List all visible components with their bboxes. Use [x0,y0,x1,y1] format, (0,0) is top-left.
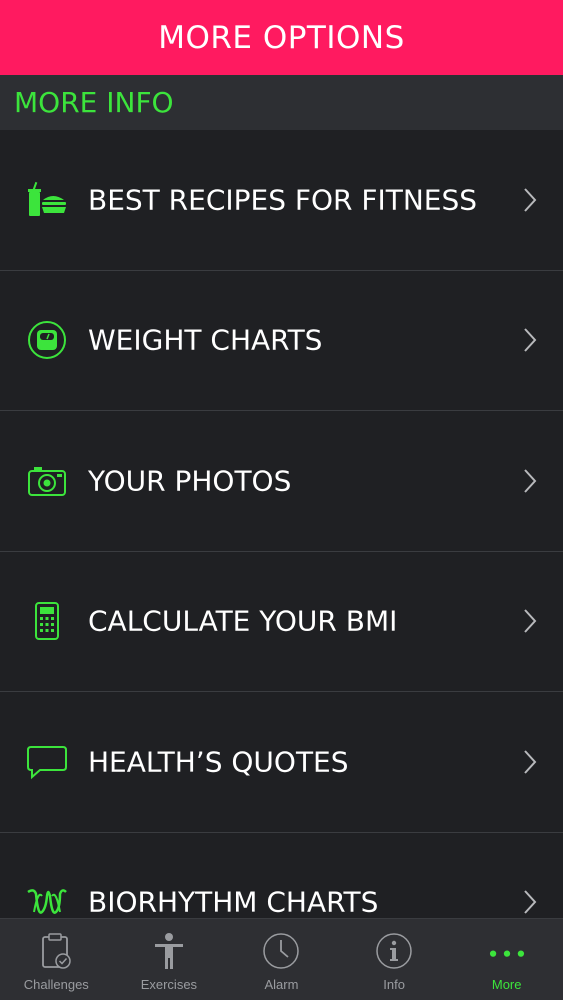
speech-bubble-icon [24,742,70,782]
clock-icon [261,931,301,971]
section-header: MORE INFO [0,75,563,130]
clipboard-check-icon [36,931,76,971]
chevron-right-icon [523,468,537,494]
tab-label: Exercises [140,977,198,992]
tab-challenges[interactable]: Challenges [4,919,109,1000]
list-item-best-recipes[interactable]: BEST RECIPES FOR FITNESS [0,130,563,271]
list-item-label: HEALTH’S QUOTES [88,745,349,779]
top-bar: MORE OPTIONS [0,0,563,75]
list-item-label: BIORHYTHM CHARTS [88,885,379,918]
tab-label: Alarm [264,977,299,992]
list-item-biorhythm-charts[interactable]: BIORHYTHM CHARTS [0,832,563,918]
calculator-icon [24,601,70,641]
list-item-weight-charts[interactable]: WEIGHT CHARTS [0,270,563,411]
tab-alarm[interactable]: Alarm [229,919,334,1000]
tab-bar: Challenges Exercises Alarm Info More [0,918,563,1000]
person-icon [149,931,189,971]
chevron-right-icon [523,187,537,213]
chevron-right-icon [523,889,537,915]
list-item-label: YOUR PHOTOS [88,464,292,498]
page-title: MORE OPTIONS [158,19,405,56]
tab-exercises[interactable]: Exercises [116,919,221,1000]
tab-label: Info [383,977,405,992]
camera-icon [24,461,70,501]
options-list: BEST RECIPES FOR FITNESS WEIGHT CHARTS Y… [0,130,563,918]
food-icon [24,180,70,220]
list-item-label: CALCULATE YOUR BMI [88,604,398,638]
section-title: MORE INFO [14,86,174,119]
list-item-your-photos[interactable]: YOUR PHOTOS [0,411,563,552]
list-item-health-quotes[interactable]: HEALTH’S QUOTES [0,692,563,833]
chevron-right-icon [523,749,537,775]
tab-more[interactable]: More [454,919,559,1000]
scale-icon [24,320,70,360]
info-icon [374,931,414,971]
list-item-calculate-bmi[interactable]: CALCULATE YOUR BMI [0,551,563,692]
tab-info[interactable]: Info [342,919,447,1000]
tab-label: More [491,977,522,992]
list-item-label: WEIGHT CHARTS [88,323,323,357]
more-dots-icon [487,931,527,971]
list-item-label: BEST RECIPES FOR FITNESS [88,183,478,217]
chevron-right-icon [523,327,537,353]
biorhythm-icon [24,882,70,918]
tab-label: Challenges [23,977,89,992]
chevron-right-icon [523,608,537,634]
